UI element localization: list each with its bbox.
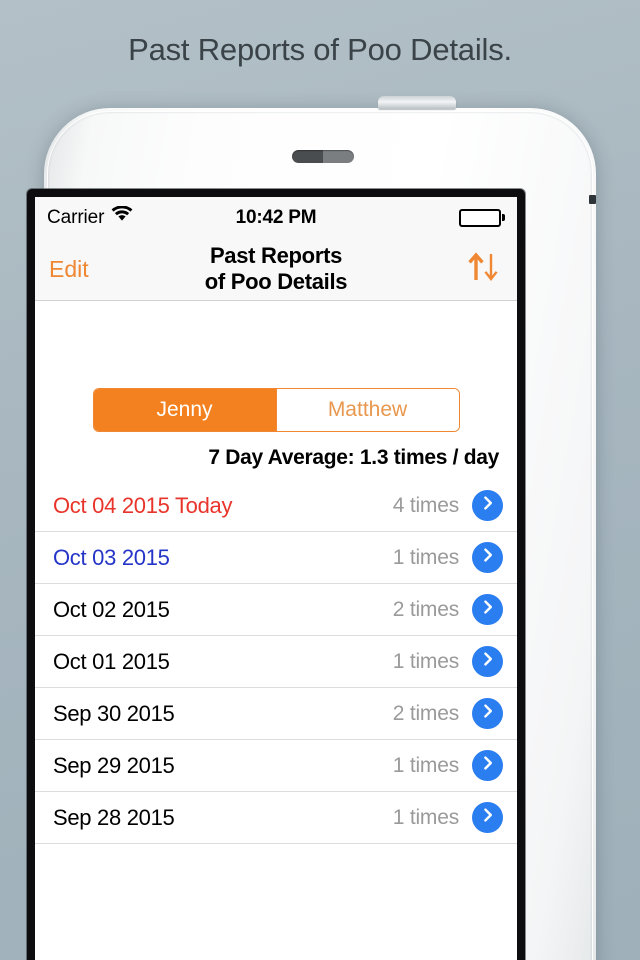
segment-jenny[interactable]: Jenny — [93, 389, 276, 431]
seven-day-average-label: 7 Day Average: 1.3 times / day — [208, 446, 499, 469]
sort-button[interactable] — [465, 249, 503, 290]
row-count-label: 1 times — [392, 753, 459, 777]
row-disclosure-button[interactable] — [472, 750, 503, 781]
status-bar-clock: 10:42 PM — [235, 206, 317, 228]
chevron-right-icon — [480, 547, 496, 568]
chevron-right-icon — [480, 599, 496, 620]
row-count-label: 2 times — [392, 597, 459, 621]
antenna-band-right — [589, 195, 596, 204]
chevron-right-icon — [480, 651, 496, 672]
chevron-right-icon — [480, 807, 496, 828]
screen-bezel: Carrier 10:42 PM Edit Past Reports of Po… — [27, 189, 525, 960]
content-top-spacer — [35, 301, 517, 388]
page-caption: Past Reports of Poo Details. — [128, 32, 512, 67]
row-count-label: 1 times — [392, 545, 459, 569]
edit-button[interactable]: Edit — [49, 256, 89, 283]
row-disclosure-button[interactable] — [472, 594, 503, 625]
table-row[interactable]: Sep 29 2015 1 times — [35, 740, 517, 792]
table-row[interactable]: Oct 03 2015 1 times — [35, 532, 517, 584]
row-date-label: Oct 01 2015 — [53, 648, 170, 674]
row-date-label: Sep 30 2015 — [53, 700, 175, 726]
row-date-label: Sep 28 2015 — [53, 804, 175, 830]
row-date-label: Sep 29 2015 — [53, 752, 175, 778]
person-segmented-control[interactable]: Jenny Matthew — [92, 388, 460, 432]
proximity-sensor — [292, 150, 354, 163]
page-title-line-2: of Poo Details — [204, 269, 348, 294]
row-date-label: Oct 03 2015 — [53, 544, 170, 570]
row-disclosure-button[interactable] — [472, 698, 503, 729]
row-count-label: 2 times — [392, 701, 459, 725]
page-title-line-1: Past Reports — [209, 243, 343, 268]
sort-up-down-icon — [465, 249, 503, 290]
page-title: Past Reports of Poo Details — [35, 243, 517, 295]
chevron-right-icon — [480, 703, 496, 724]
row-count-label: 1 times — [392, 649, 459, 673]
row-date-label: Oct 02 2015 — [53, 596, 170, 622]
table-row[interactable]: Oct 02 2015 2 times — [35, 584, 517, 636]
status-bar: Carrier 10:42 PM — [35, 197, 517, 238]
row-disclosure-button[interactable] — [472, 542, 503, 573]
table-row[interactable]: Oct 01 2015 1 times — [35, 636, 517, 688]
row-count-label: 4 times — [392, 493, 459, 517]
content-area: Jenny Matthew 7 Day Average: 1.3 times /… — [35, 301, 517, 844]
power-button[interactable] — [378, 96, 456, 109]
chevron-right-icon — [480, 755, 496, 776]
row-disclosure-button[interactable] — [472, 646, 503, 677]
segment-matthew[interactable]: Matthew — [275, 389, 459, 431]
table-row[interactable]: Sep 30 2015 2 times — [35, 688, 517, 740]
table-row[interactable]: Sep 28 2015 1 times — [35, 792, 517, 844]
table-row[interactable]: Oct 04 2015 Today 4 times — [35, 480, 517, 532]
row-disclosure-button[interactable] — [472, 490, 503, 521]
device-screen: Carrier 10:42 PM Edit Past Reports of Po… — [35, 197, 517, 960]
row-disclosure-button[interactable] — [472, 802, 503, 833]
row-date-label: Oct 04 2015 Today — [53, 492, 233, 518]
row-count-label: 1 times — [392, 805, 459, 829]
navigation-bar: Edit Past Reports of Poo Details — [35, 238, 517, 301]
chevron-right-icon — [480, 495, 496, 516]
report-list: Oct 04 2015 Today 4 times Oct 03 2015 1 tim… — [35, 480, 517, 844]
